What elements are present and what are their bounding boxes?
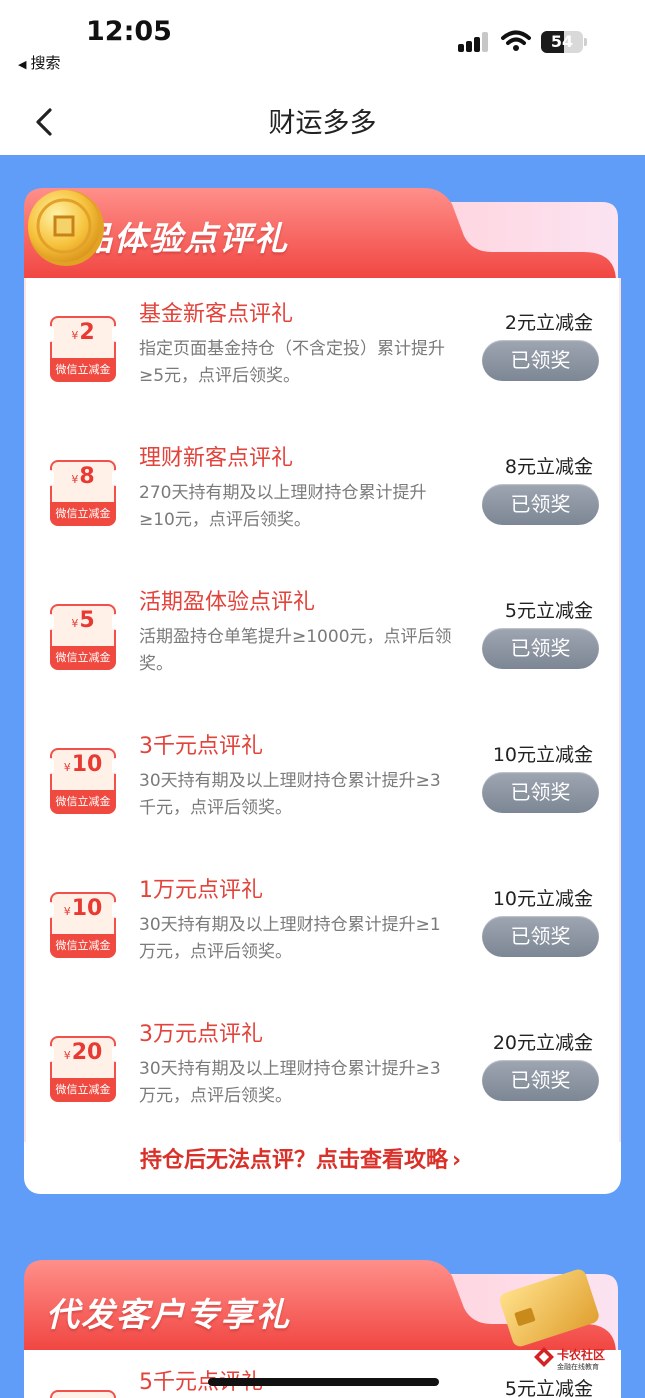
- coin-icon: [28, 190, 104, 266]
- list-item: ¥5 微信立减金 活期盈体验点评礼 活期盈持仓单笔提升≥1000元，点评后领奖。…: [24, 566, 621, 710]
- ticket-label: 微信立减金: [50, 1078, 116, 1102]
- voucher-ticket-icon: ¥10 微信立减金: [46, 748, 120, 814]
- watermark-logo: 卡农社区 金融在线教育: [533, 1346, 623, 1380]
- ticket-amount: 10: [71, 896, 103, 921]
- ticket-amount: 20: [71, 1040, 103, 1065]
- list-item: ¥8 微信立减金 理财新客点评礼 270天持有期及以上理财持仓累计提升≥10元，…: [24, 422, 621, 566]
- section-header: 代发客户专享礼: [24, 1258, 621, 1358]
- list-item: ¥10 微信立减金 1万元点评礼 30天持有期及以上理财持仓累计提升≥1万元，点…: [24, 854, 621, 998]
- cellular-signal-icon: [458, 32, 492, 52]
- watermark-icon: [534, 1347, 554, 1367]
- reward-amount: 10元立减金: [492, 744, 593, 766]
- item-title: 活期盈体验点评礼: [139, 590, 316, 615]
- claimed-button[interactable]: 已领奖: [482, 916, 599, 957]
- payroll-customer-section: 代发客户专享礼 5千元点评礼 5元立减金: [24, 1258, 621, 1398]
- back-to-app-link[interactable]: ◀ 搜索: [18, 52, 60, 73]
- claimed-button[interactable]: 已领奖: [482, 484, 599, 525]
- reward-amount: 20元立减金: [492, 1032, 593, 1054]
- section-body: ¥2 微信立减金 基金新客点评礼 指定页面基金持仓（不含定投）累计提升≥5元，点…: [24, 278, 621, 1194]
- voucher-ticket-icon: ¥10 微信立减金: [46, 892, 120, 958]
- ticket-amount: 10: [71, 752, 103, 777]
- reward-amount: 2元立减金: [504, 312, 593, 334]
- item-description: 30天持有期及以上理财持仓累计提升≥3千元，点评后领奖。: [139, 771, 441, 818]
- item-title: 1万元点评礼: [139, 878, 263, 903]
- voucher-ticket-icon: ¥8 微信立减金: [46, 460, 120, 526]
- chevron-right-icon: ›: [452, 1148, 462, 1173]
- section-header: 产品体验点评礼: [24, 186, 621, 286]
- guide-link[interactable]: 持仓后无法点评？点击查看攻略 ›: [140, 1142, 461, 1174]
- voucher-ticket-icon: ¥5 微信立减金: [46, 604, 120, 670]
- ticket-amount: 8: [79, 464, 95, 489]
- guide-link-text: 持仓后无法点评？点击查看攻略: [140, 1148, 449, 1173]
- item-description: 270天持有期及以上理财持仓累计提升≥10元，点评后领奖。: [139, 483, 427, 530]
- reward-amount: 10元立减金: [492, 888, 593, 910]
- watermark-name: 卡农社区: [557, 1348, 606, 1362]
- bank-card-icon: [499, 1269, 599, 1347]
- voucher-ticket-icon: ¥2 微信立减金: [46, 316, 120, 382]
- ticket-label: 微信立减金: [50, 934, 116, 958]
- claimed-button[interactable]: 已领奖: [482, 628, 599, 669]
- watermark-subtitle: 金融在线教育: [557, 1363, 599, 1371]
- claimed-button[interactable]: 已领奖: [482, 1060, 599, 1101]
- ticket-label: 微信立减金: [50, 646, 116, 670]
- reward-amount: 8元立减金: [504, 456, 593, 478]
- voucher-ticket-icon: [50, 1390, 116, 1398]
- claimed-button[interactable]: 已领奖: [482, 340, 599, 381]
- item-description: 30天持有期及以上理财持仓累计提升≥3万元，点评后领奖。: [139, 1059, 441, 1106]
- list-item: ¥10 微信立减金 3千元点评礼 30天持有期及以上理财持仓累计提升≥3千元，点…: [24, 710, 621, 854]
- section-body: 5千元点评礼 5元立减金: [24, 1350, 621, 1398]
- ticket-amount: 5: [79, 608, 95, 633]
- list-item: ¥20 微信立减金 3万元点评礼 30天持有期及以上理财持仓累计提升≥3万元，点…: [24, 998, 621, 1142]
- item-title: 3万元点评礼: [139, 1022, 263, 1047]
- status-time: 12:05: [86, 16, 172, 47]
- list-item: ¥2 微信立减金 基金新客点评礼 指定页面基金持仓（不含定投）累计提升≥5元，点…: [24, 278, 621, 422]
- home-indicator[interactable]: [208, 1378, 439, 1386]
- item-title: 3千元点评礼: [139, 734, 263, 759]
- voucher-ticket-icon: ¥20 微信立减金: [46, 1036, 120, 1102]
- wifi-icon: [501, 30, 531, 51]
- item-description: 指定页面基金持仓（不含定投）累计提升≥5元，点评后领奖。: [139, 339, 445, 386]
- ticket-label: 微信立减金: [50, 358, 116, 382]
- page-title: 财运多多: [268, 108, 377, 139]
- back-triangle-icon: ◀: [18, 58, 27, 71]
- reward-amount: 5元立减金: [504, 600, 593, 622]
- battery-icon: 54: [541, 31, 587, 53]
- section-title: 代发客户专享礼: [46, 1295, 291, 1334]
- back-app-label: 搜索: [30, 54, 61, 72]
- claimed-button[interactable]: 已领奖: [482, 772, 599, 813]
- battery-level: 54: [550, 32, 574, 51]
- item-description: 活期盈持仓单笔提升≥1000元，点评后领奖。: [139, 627, 452, 674]
- item-title: 基金新客点评礼: [139, 302, 294, 327]
- item-title: 理财新客点评礼: [139, 446, 294, 471]
- ticket-amount: 2: [79, 320, 95, 345]
- item-description: 30天持有期及以上理财持仓累计提升≥1万元，点评后领奖。: [139, 915, 441, 962]
- ticket-label: 微信立减金: [50, 790, 116, 814]
- product-experience-section: 产品体验点评礼 ¥2 微信立减金 基金新客点评礼 指定页面基金持仓（不含定投）累…: [24, 186, 621, 1194]
- ticket-label: 微信立减金: [50, 502, 116, 526]
